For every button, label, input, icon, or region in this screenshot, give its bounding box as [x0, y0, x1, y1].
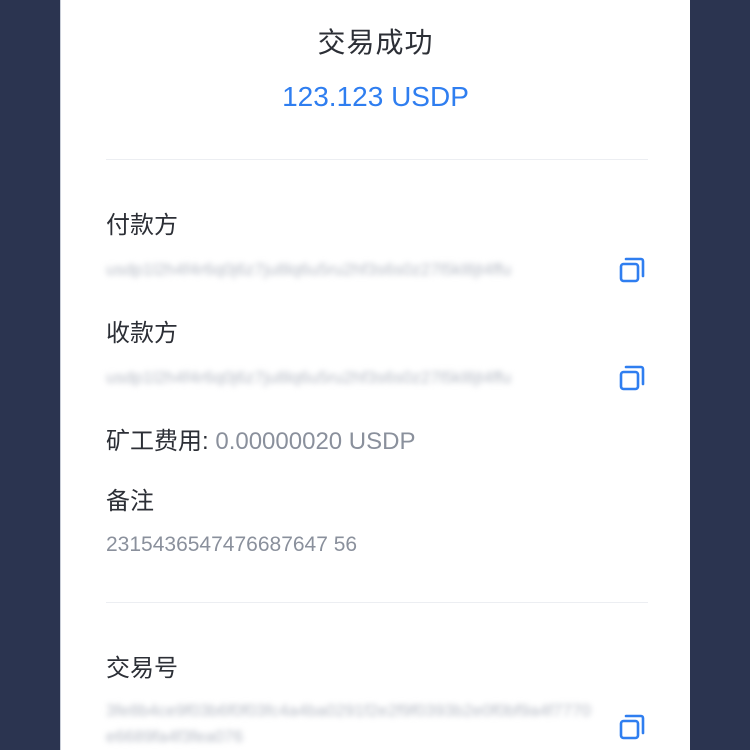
payee-address: usdp1l2h4f4r6q0j6z7ju8lq6u5ru2hf3s6s0z27…: [106, 368, 512, 387]
copy-payee-address-icon[interactable]: [616, 362, 648, 394]
copy-tx-hash-icon[interactable]: [616, 711, 648, 743]
divider: [106, 602, 648, 603]
copy-icon: [619, 365, 645, 391]
copy-icon: [619, 257, 645, 283]
miner-fee-row: 矿工费用: 0.00000020 USDP: [106, 421, 416, 456]
transaction-detail-card: 交易成功 123.123 USDP 付款方 usdp1l2h4f4r6q0j6z…: [61, 0, 690, 750]
miner-fee-value: 0.00000020 USDP: [215, 428, 416, 455]
copy-icon: [619, 714, 645, 740]
memo-label: 备注: [106, 488, 154, 515]
tx-hash-value: 3fe8b4ce9f03b6f0f03fc4a4ba0291f2e2f9f039…: [106, 701, 591, 746]
copy-payer-address-icon[interactable]: [616, 254, 648, 286]
memo-value: 2315436547476687647 56: [106, 533, 358, 556]
payee-label: 收款方: [106, 320, 178, 347]
transaction-amount: 123.123 USDP: [282, 81, 469, 112]
tx-hash-label: 交易号: [106, 655, 178, 682]
payer-address: usdp1l2h4f4r6q0j6z7ju8lq6u5ru2hf3s6s0z27…: [106, 260, 512, 279]
miner-fee-label: 矿工费用:: [106, 428, 209, 455]
payer-label: 付款方: [106, 212, 178, 239]
status-title: 交易成功: [317, 27, 434, 58]
divider: [106, 159, 648, 160]
